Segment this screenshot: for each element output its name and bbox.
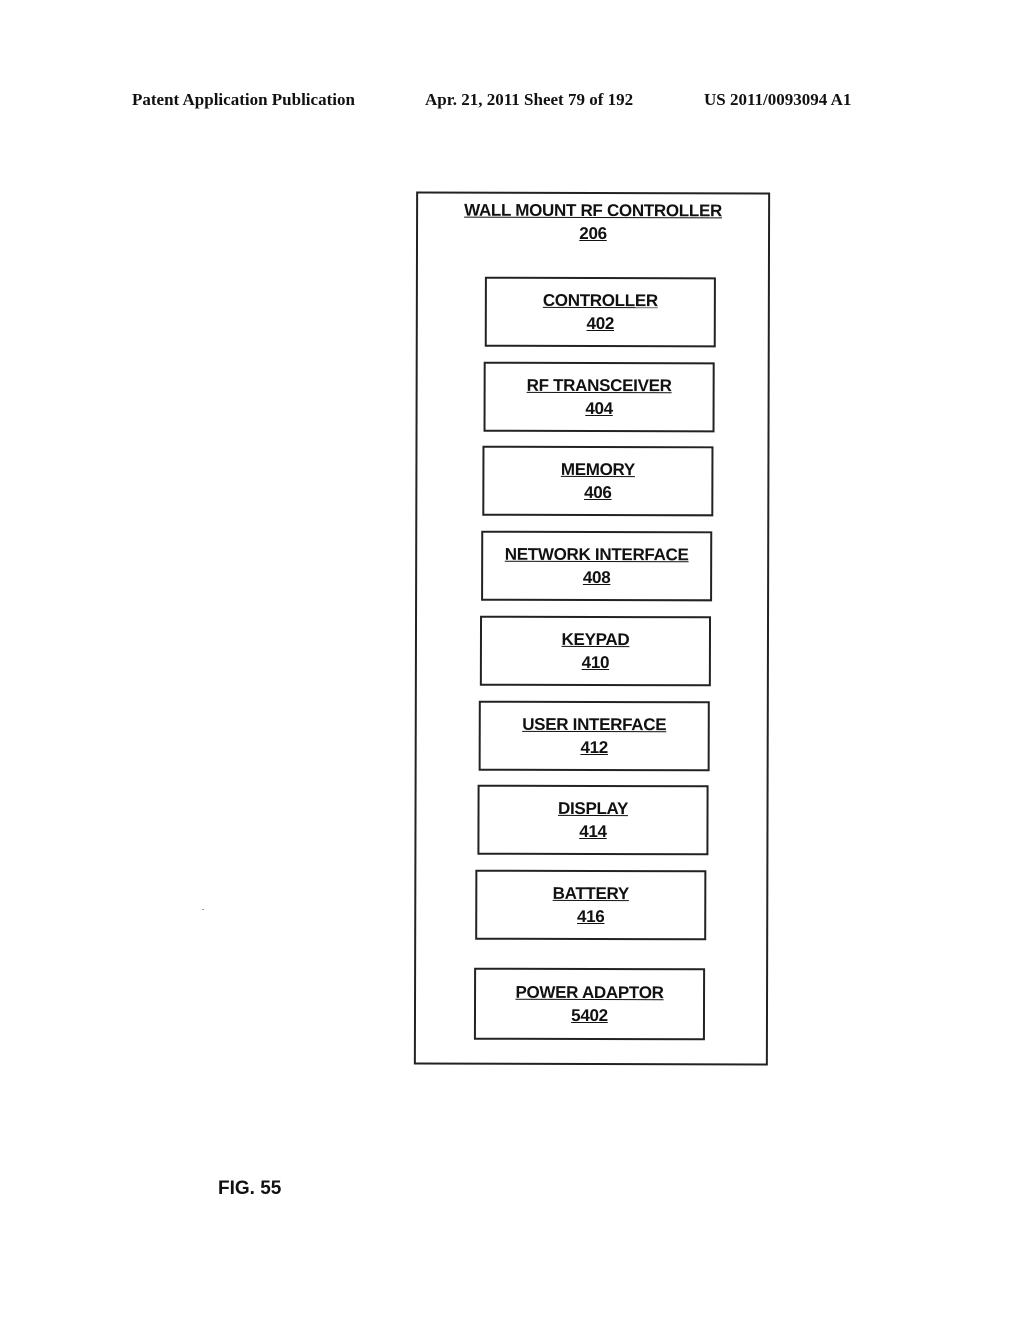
container-ref: 206 [579, 223, 607, 244]
block-ref: 416 [576, 906, 605, 927]
block-label: NETWORK INTERFACE [504, 544, 689, 565]
block-label: MEMORY [560, 459, 635, 480]
figure-label: FIG. 55 [218, 1178, 282, 1199]
block-memory: MEMORY 406 [482, 445, 714, 517]
block-label: CONTROLLER [542, 290, 658, 311]
publication-title: Patent Application Publication [132, 90, 355, 109]
block-ref: 5402 [571, 1005, 608, 1026]
block-ref: 412 [580, 737, 608, 758]
block-user-interface: USER INTERFACE 412 [478, 700, 710, 772]
block-ref: 402 [586, 313, 615, 334]
block-display: DISPLAY 414 [477, 784, 709, 856]
publication-number: US 2011/0093094 A1 [704, 90, 852, 109]
container-label: WALL MOUNT RF CONTROLLER [464, 200, 723, 221]
block-label: DISPLAY [557, 798, 629, 819]
block-rf-transceiver: RF TRANSCEIVER 404 [483, 361, 715, 433]
scan-artifact [202, 909, 204, 910]
wall-mount-rf-controller-block: WALL MOUNT RF CONTROLLER 206 CONTROLLER … [413, 191, 771, 1066]
block-network-interface: NETWORK INTERFACE 408 [481, 530, 713, 602]
block-label: BATTERY [552, 883, 629, 904]
block-power-adaptor: POWER ADAPTOR 5402 [473, 967, 706, 1041]
date-sheet: Apr. 21, 2011 Sheet 79 of 192 [425, 90, 634, 109]
block-battery: BATTERY 416 [475, 869, 707, 941]
block-keypad: KEYPAD 410 [479, 615, 712, 687]
block-ref: 406 [584, 482, 612, 503]
block-label: RF TRANSCEIVER [526, 375, 672, 396]
container-title: WALL MOUNT RF CONTROLLER 206 [418, 199, 768, 246]
block-ref: 404 [585, 398, 613, 419]
block-ref: 410 [581, 652, 610, 673]
block-ref: 414 [579, 821, 607, 842]
block-label: POWER ADAPTOR [515, 982, 664, 1003]
block-controller: CONTROLLER 402 [484, 276, 716, 348]
block-label: USER INTERFACE [522, 714, 667, 735]
block-ref: 408 [582, 567, 611, 588]
block-label: KEYPAD [561, 629, 630, 650]
